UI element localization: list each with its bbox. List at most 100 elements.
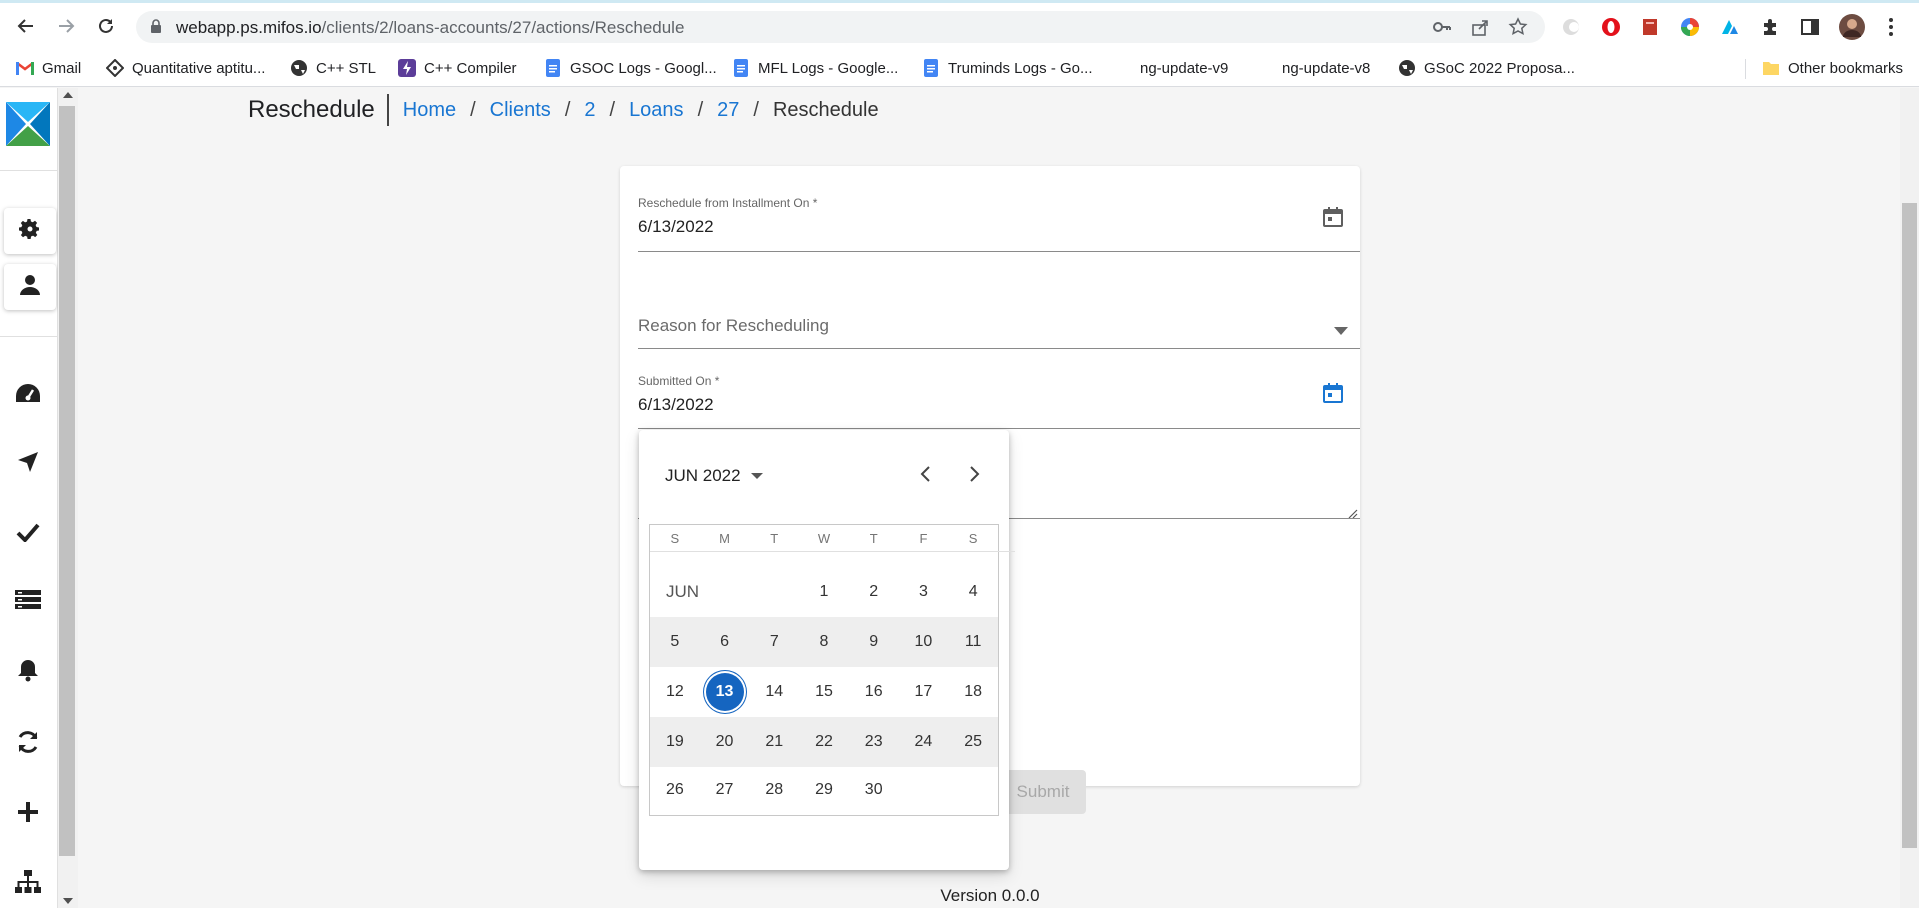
calendar-day[interactable]: 24 (899, 717, 949, 767)
calendar-day[interactable]: 19 (650, 717, 700, 767)
calendar-day[interactable]: 29 (799, 765, 849, 815)
page-scrollbar[interactable] (1900, 88, 1919, 908)
breadcrumb-loan-id[interactable]: 27 (717, 99, 739, 122)
bookmarks-bar: Gmail Quantitative aptitu... C++ STL C++… (0, 49, 1919, 87)
checkmark-icon[interactable] (10, 514, 46, 550)
back-icon[interactable] (9, 9, 43, 43)
calendar-day[interactable]: 22 (799, 717, 849, 767)
bookmark-ng-update-v8[interactable]: ng-update-v8 (1282, 54, 1370, 82)
reschedule-from-field[interactable]: Reschedule from Installment On * 6/13/20… (638, 196, 1360, 260)
dropdown-arrow-icon[interactable] (1334, 322, 1348, 340)
other-bookmarks[interactable]: Other bookmarks (1762, 54, 1903, 82)
bolt-icon (398, 59, 416, 77)
user-icon (19, 274, 41, 301)
calendar-day[interactable]: 4 (948, 567, 998, 617)
calendar-day[interactable]: 7 (749, 617, 799, 667)
calendar-day[interactable]: 18 (948, 667, 998, 717)
calendar-day[interactable]: 23 (849, 717, 899, 767)
scroll-up-icon[interactable] (63, 92, 73, 98)
calendar-day[interactable]: 5 (650, 617, 700, 667)
calendar-day[interactable]: 28 (749, 765, 799, 815)
key-icon[interactable] (1432, 17, 1452, 42)
breadcrumb-home[interactable]: Home (403, 99, 456, 122)
sidenav-scrollbar-thumb[interactable] (59, 106, 75, 856)
calendar-day[interactable]: 27 (700, 765, 750, 815)
color-wheel-icon[interactable] (1678, 15, 1702, 39)
reason-select[interactable]: Reason for Rescheduling (638, 316, 1360, 356)
bookmark-ng-update-v9[interactable]: ng-update-v9 (1140, 54, 1228, 82)
reschedule-from-input[interactable]: 6/13/2022 (638, 217, 1360, 237)
chrome-menu-icon[interactable] (1879, 15, 1903, 39)
calendar-day[interactable]: 26 (650, 765, 700, 815)
breadcrumb-loans[interactable]: Loans (629, 99, 684, 122)
calendar-day[interactable]: 1 (799, 567, 849, 617)
calendar-day[interactable]: 10 (899, 617, 949, 667)
bookmark-truminds-logs[interactable]: Truminds Logs - Go... (922, 54, 1093, 82)
bookmark-mfl-logs[interactable]: MFL Logs - Google... (732, 54, 898, 82)
previous-month-button[interactable] (909, 460, 941, 492)
sidenav-divider (0, 336, 58, 337)
bookmark-cpp-stl[interactable]: C++ STL (290, 54, 376, 82)
navigation-arrow-icon[interactable] (10, 444, 46, 480)
calendar-day[interactable]: 6 (700, 617, 750, 667)
submitted-on-label: Submitted On * (638, 374, 720, 388)
calendar-day[interactable]: 2 (849, 567, 899, 617)
period-selector-button[interactable]: JUN 2022 (665, 466, 763, 486)
sync-icon[interactable] (10, 724, 46, 760)
weekday-label: S (968, 530, 978, 546)
puzzle-extensions-icon[interactable] (1758, 15, 1782, 39)
address-bar[interactable]: webapp.ps.mifos.io/clients/2/loans-accou… (136, 11, 1545, 43)
bell-icon[interactable] (10, 652, 46, 688)
calendar-day[interactable]: 16 (849, 667, 899, 717)
side-panel-icon[interactable] (1798, 15, 1822, 39)
calendar-icon[interactable] (1322, 382, 1344, 409)
submitted-on-field[interactable]: Submitted On * 6/13/2022 (638, 374, 1360, 438)
profile-avatar[interactable] (1838, 13, 1866, 41)
page-scrollbar-thumb[interactable] (1902, 203, 1917, 848)
globe-icon (1398, 59, 1416, 77)
calendar-day[interactable]: 30 (849, 765, 899, 815)
settings-button[interactable] (4, 208, 56, 254)
extension-grey-icon[interactable] (1559, 15, 1583, 39)
profile-button[interactable] (4, 264, 56, 310)
calendar-day[interactable]: 25 (948, 717, 998, 767)
calendar-day[interactable]: 14 (749, 667, 799, 717)
calendar-day[interactable]: 11 (948, 617, 998, 667)
calendar-day[interactable]: 9 (849, 617, 899, 667)
calendar-day[interactable]: 21 (749, 717, 799, 767)
plus-icon[interactable] (10, 794, 46, 830)
calendar-day[interactable]: 20 (700, 717, 750, 767)
selected-day-label: 13 (703, 671, 746, 713)
submitted-on-input[interactable]: 6/13/2022 (638, 395, 1360, 415)
weekday-divider (650, 551, 1015, 552)
forward-icon[interactable] (49, 9, 83, 43)
journal-list-icon[interactable] (10, 582, 46, 618)
calendar-day[interactable]: 17 (899, 667, 949, 717)
calendar-icon[interactable] (1322, 206, 1344, 233)
triangle-extension-icon[interactable] (1718, 15, 1742, 39)
calendar-day-selected[interactable]: 13 (700, 667, 750, 717)
star-icon[interactable] (1508, 17, 1528, 42)
bookmark-gsoc-logs[interactable]: GSOC Logs - Googl... (544, 54, 717, 82)
breadcrumb-clients[interactable]: Clients (490, 99, 551, 122)
calendar-day[interactable]: 15 (799, 667, 849, 717)
share-icon[interactable] (1470, 17, 1490, 42)
mifos-logo[interactable] (4, 100, 52, 148)
dashboard-icon[interactable] (10, 376, 46, 412)
calendar-day[interactable]: 8 (799, 617, 849, 667)
opera-icon[interactable] (1599, 15, 1623, 39)
book-extension-icon[interactable] (1638, 15, 1662, 39)
sidenav-scrollbar[interactable] (58, 88, 78, 908)
bookmark-cpp-compiler[interactable]: C++ Compiler (398, 54, 517, 82)
breadcrumb-client-id[interactable]: 2 (584, 99, 595, 122)
next-month-button[interactable] (959, 460, 991, 492)
bookmark-gmail[interactable]: Gmail (16, 54, 81, 82)
calendar-day[interactable]: 3 (899, 567, 949, 617)
resize-handle-icon[interactable] (1348, 506, 1358, 524)
field-underline (638, 348, 1360, 349)
submit-button[interactable]: Submit (1000, 770, 1086, 814)
reload-icon[interactable] (89, 9, 123, 43)
calendar-day[interactable]: 12 (650, 667, 700, 717)
bookmark-quantitative-aptitude[interactable]: Quantitative aptitu... (106, 54, 265, 82)
bookmark-gsoc-proposal[interactable]: GSoC 2022 Proposa... (1398, 54, 1575, 82)
